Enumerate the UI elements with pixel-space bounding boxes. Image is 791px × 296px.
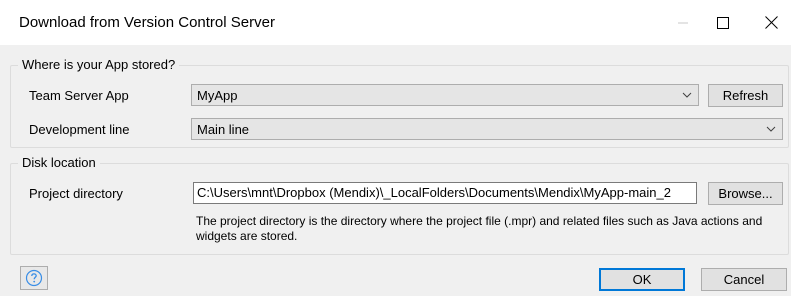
close-button[interactable]: [748, 0, 791, 45]
project-directory-help: The project directory is the directory w…: [196, 214, 763, 243]
project-directory-input[interactable]: C:\Users\mnt\Dropbox (Mendix)\_LocalFold…: [193, 182, 697, 204]
cancel-button[interactable]: Cancel: [701, 268, 787, 291]
window-title: Download from Version Control Server: [19, 14, 275, 31]
app-location-legend: Where is your App stored?: [18, 57, 180, 72]
project-directory-label: Project directory: [29, 186, 123, 201]
refresh-button[interactable]: Refresh: [708, 84, 783, 107]
maximize-icon: [717, 16, 729, 29]
team-server-value: MyApp: [197, 88, 238, 103]
maximize-button[interactable]: [700, 0, 746, 45]
question-circle-icon: [25, 269, 43, 287]
chevron-down-icon: [682, 92, 692, 98]
title-bar: Download from Version Control Server: [0, 0, 791, 45]
ok-button[interactable]: OK: [599, 268, 685, 291]
team-server-select[interactable]: MyApp: [191, 84, 699, 106]
dev-line-label: Development line: [29, 122, 130, 137]
chevron-down-icon: [766, 126, 776, 132]
team-server-label: Team Server App: [29, 88, 129, 103]
close-icon: [764, 16, 778, 29]
dev-line-value: Main line: [197, 122, 250, 137]
dev-line-select[interactable]: Main line: [191, 118, 783, 140]
help-button[interactable]: [20, 266, 48, 290]
browse-button[interactable]: Browse...: [708, 182, 783, 205]
minimize-icon: [678, 22, 688, 23]
disk-location-legend: Disk location: [18, 155, 100, 170]
